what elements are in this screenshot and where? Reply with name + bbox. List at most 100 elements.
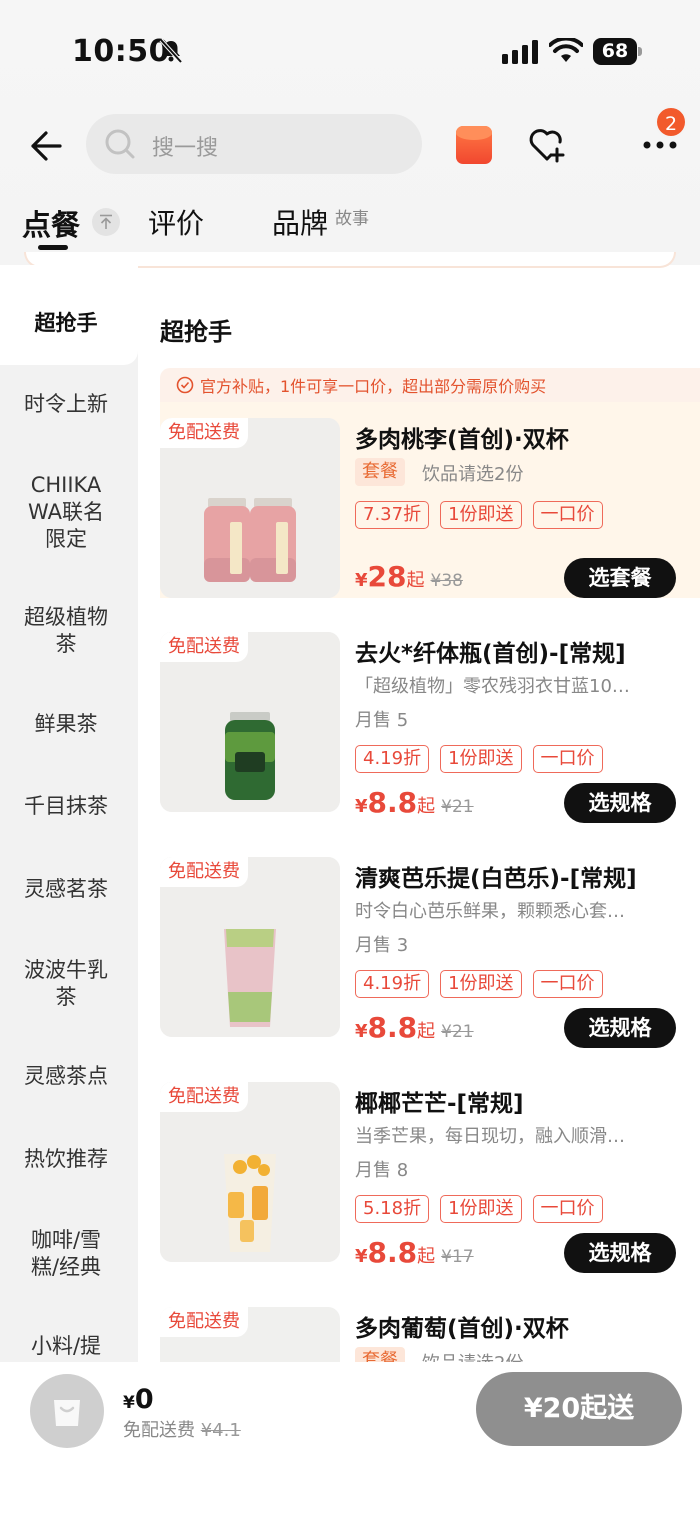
cart-bar: ¥0 免配送费 ¥4.1 ¥20起送: [0, 1362, 700, 1518]
back-arrow-icon[interactable]: [28, 128, 64, 164]
gift-chip: 1份即送: [440, 501, 522, 529]
price-value: 8.8: [367, 1011, 418, 1044]
gift-chip: 1份即送: [440, 745, 522, 773]
product-card[interactable]: 免配送费 多肉桃李(首创)·双杯 套餐 饮品请选2份 7.37折 1份即送 一口…: [160, 402, 700, 598]
sidebar-item[interactable]: 灵感茗茶: [0, 876, 132, 903]
price-suffix: 起: [417, 1021, 436, 1042]
product-desc: 当季芒果，每日现切，融入顺滑…: [355, 1126, 625, 1147]
search-input[interactable]: 搜一搜: [86, 114, 422, 174]
free-delivery-tag: 免配送费: [160, 632, 248, 662]
price-currency: ¥: [355, 796, 368, 817]
red-packet-icon[interactable]: [456, 126, 492, 164]
combo-badge: 套餐: [355, 1347, 405, 1362]
section-title: 超抢手: [160, 318, 232, 346]
fixed-price-chip: 一口价: [532, 501, 603, 529]
battery-level: 68: [593, 38, 637, 65]
sidebar-item[interactable]: 咖啡/雪 糕/经典: [0, 1227, 132, 1281]
select-spec-button[interactable]: 选规格: [564, 783, 676, 823]
product-name: 去火*纤体瓶(首创)-[常规]: [355, 641, 626, 667]
product-card[interactable]: 免配送费 清爽芭乐提(白芭乐)-[常规] 时令白心芭乐鲜果，颗颗悉心套… 月售 …: [160, 841, 700, 1048]
fixed-price-chip: 一口价: [532, 745, 603, 773]
monthly-sales: 月售 8: [355, 1160, 409, 1181]
sidebar-item[interactable]: CHIIKA WA联名 限定: [0, 472, 132, 553]
sidebar-item[interactable]: 超级植物 茶: [0, 604, 132, 658]
sidebar-item[interactable]: 波波牛乳 茶: [0, 957, 132, 1011]
notice-text: 官方补贴，1件可享一口价，超出部分需原价购买: [200, 377, 547, 396]
sidebar-item[interactable]: 鲜果茶: [0, 711, 132, 738]
original-price: ¥17: [441, 1247, 474, 1267]
select-combo-button[interactable]: 选套餐: [564, 558, 676, 598]
status-time: 10:50: [72, 34, 170, 69]
price-value: 8.8: [367, 1236, 418, 1269]
price-currency: ¥: [355, 1246, 368, 1267]
tab-brand-sup: 故事: [335, 209, 369, 229]
product-card[interactable]: 免配送费 椰椰芒芒-[常规] 当季芒果，每日现切，融入顺滑… 月售 8 5.18…: [160, 1066, 700, 1273]
discount-chip: 7.37折: [355, 501, 430, 529]
price: ¥8.8起 ¥21: [355, 786, 474, 819]
sidebar-item[interactable]: 时令上新: [0, 391, 132, 418]
promo-chips: 7.37折 1份即送 一口价: [355, 501, 603, 529]
discount-chip: 4.19折: [355, 745, 430, 773]
sidebar-item[interactable]: 热饮推荐: [0, 1146, 132, 1173]
tab-reviews[interactable]: 评价: [148, 202, 204, 242]
gift-chip: 1份即送: [440, 970, 522, 998]
monthly-sales: 月售 3: [355, 935, 409, 956]
product-desc: 饮品请选2份: [422, 1349, 523, 1362]
price: ¥28起 ¥38: [355, 560, 463, 593]
product-card[interactable]: 免配送费 多肉葡萄(首创)·双杯 套餐 饮品请选2份: [160, 1291, 700, 1362]
cell-signal-icon: [502, 40, 538, 64]
cart-button[interactable]: [30, 1374, 104, 1448]
sidebar-item[interactable]: 小料/提: [0, 1333, 132, 1360]
total-currency: ¥: [123, 1393, 135, 1413]
search-icon: [105, 129, 135, 159]
free-delivery-tag: 免配送费: [160, 857, 248, 887]
price-value: 8.8: [367, 786, 418, 819]
free-delivery-tag: 免配送费: [160, 1082, 248, 1112]
sidebar-item[interactable]: 超抢手: [0, 310, 132, 337]
price-suffix: 起: [406, 570, 425, 591]
price-currency: ¥: [355, 570, 368, 591]
price: ¥8.8起 ¥21: [355, 1011, 474, 1044]
select-spec-button[interactable]: 选规格: [564, 1008, 676, 1048]
product-name: 多肉桃李(首创)·双杯: [355, 427, 569, 453]
gift-chip: 1份即送: [440, 1195, 522, 1223]
delivery-label: 免配送费: [123, 1420, 195, 1441]
category-sidebar: 超抢手 时令上新 CHIIKA WA联名 限定 超级植物 茶 鲜果茶 千目抹茶 …: [0, 265, 138, 1363]
cart-total: ¥0: [123, 1384, 154, 1415]
arrow-up-icon: [100, 214, 112, 229]
fixed-price-chip: 一口价: [532, 1195, 603, 1223]
promo-chips: 4.19折 1份即送 一口价: [355, 745, 603, 773]
select-spec-button[interactable]: 选规格: [564, 1233, 676, 1273]
product-desc: 「超级植物」零农残羽衣甘蓝10…: [355, 676, 630, 697]
tab-order[interactable]: 点餐: [22, 202, 80, 244]
delivery-original-fee: ¥4.1: [200, 1420, 241, 1441]
promo-chips: 5.18折 1份即送 一口价: [355, 1195, 603, 1223]
sidebar-item[interactable]: 灵感茶点: [0, 1063, 132, 1090]
product-desc: 饮品请选2份: [422, 464, 524, 485]
original-price: ¥21: [441, 1022, 474, 1042]
bell-muted-icon: [159, 38, 183, 64]
product-desc: 时令白心芭乐鲜果，颗颗悉心套…: [355, 901, 625, 922]
shopping-bag-icon: [54, 1400, 80, 1426]
favorite-add-icon[interactable]: [527, 126, 567, 164]
product-card[interactable]: 免配送费 去火*纤体瓶(首创)-[常规] 「超级植物」零农残羽衣甘蓝10… 月售…: [160, 616, 700, 823]
free-delivery-tag: 免配送费: [160, 1307, 248, 1337]
product-name: 多肉葡萄(首创)·双杯: [355, 1316, 569, 1342]
battery-icon: 68: [593, 38, 643, 65]
original-price: ¥38: [430, 571, 463, 591]
subsidy-notice: 官方补贴，1件可享一口价，超出部分需原价购买: [160, 368, 700, 402]
tab-active-indicator: [38, 245, 68, 250]
discount-chip: 4.19折: [355, 970, 430, 998]
total-value: 0: [134, 1384, 154, 1415]
collapse-up-button[interactable]: [92, 208, 120, 236]
product-name: 清爽芭乐提(白芭乐)-[常规]: [355, 866, 637, 892]
price-value: 28: [367, 560, 407, 593]
more-icon[interactable]: [643, 138, 677, 152]
tab-brand[interactable]: 品牌: [272, 202, 328, 242]
free-delivery-tag: 免配送费: [160, 418, 248, 448]
product-name: 椰椰芒芒-[常规]: [355, 1091, 524, 1117]
checkout-button[interactable]: ¥20起送: [476, 1372, 682, 1446]
check-circle-icon: [176, 376, 194, 394]
sidebar-item[interactable]: 千目抹茶: [0, 793, 132, 820]
price-suffix: 起: [417, 796, 436, 817]
